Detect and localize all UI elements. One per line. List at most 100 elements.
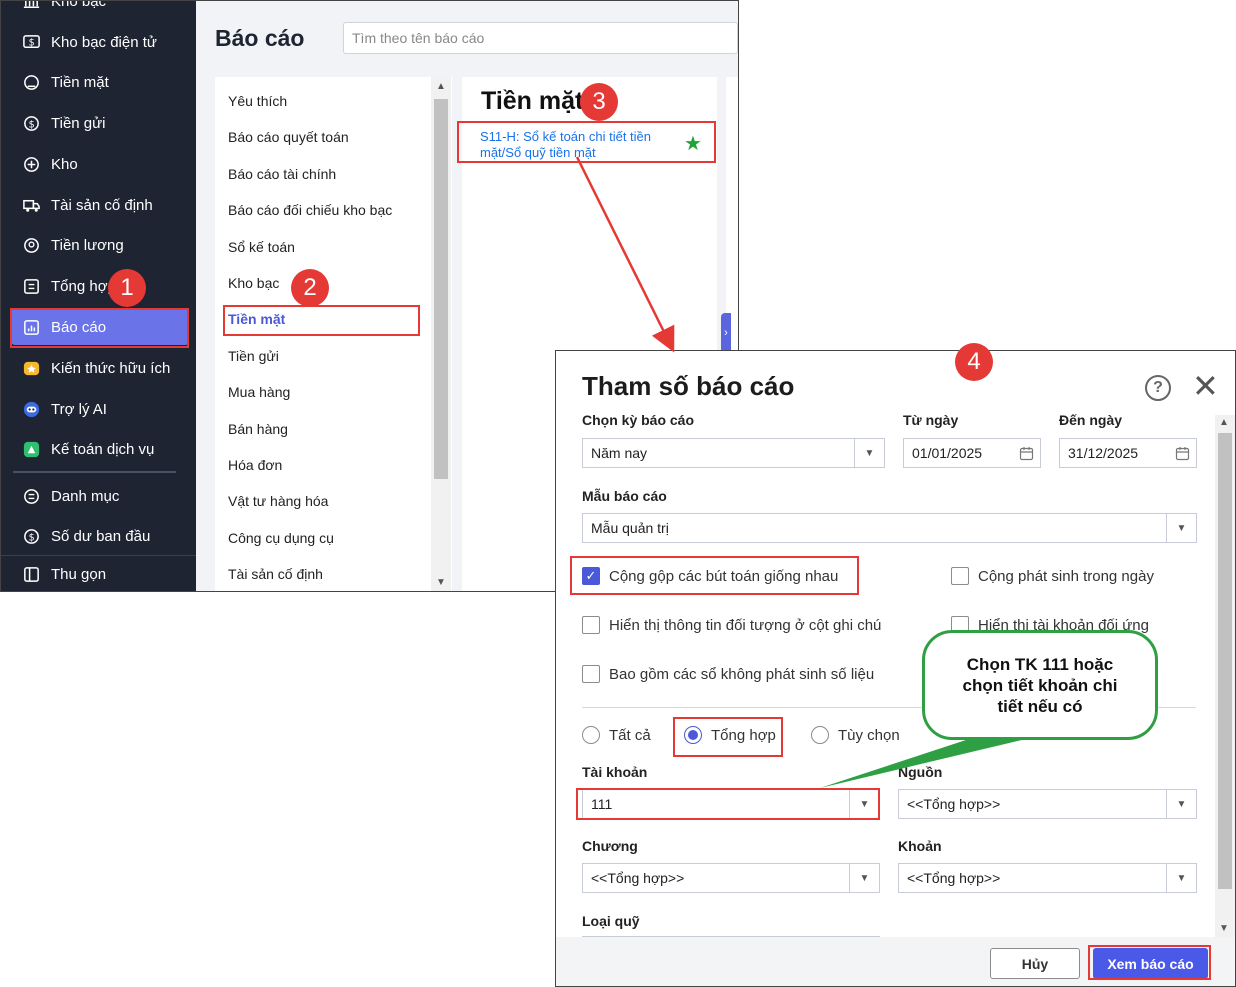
source-select[interactable]: <<Tổng hợp>> ▼ xyxy=(898,789,1197,819)
radio-icon[interactable] xyxy=(811,726,829,744)
dialog-scrollbar[interactable]: ▲ ▼ xyxy=(1215,415,1235,937)
sidebar-item-label: Kho bạc xyxy=(51,0,107,10)
sidebar-item-label: Tiền gửi xyxy=(51,114,106,132)
category-item[interactable]: Báo cáo quyết toán xyxy=(228,129,349,145)
step-badge: 1 xyxy=(108,269,146,307)
highlight-box xyxy=(457,121,716,163)
scroll-down-icon[interactable]: ▼ xyxy=(1219,923,1229,934)
template-value: Mẫu quản trị xyxy=(591,520,669,536)
highlight-box xyxy=(576,788,880,820)
category-item[interactable]: Yêu thích xyxy=(228,93,287,109)
category-item[interactable]: Tiền gửi xyxy=(228,348,279,364)
category-item[interactable]: Báo cáo đối chiếu kho bạc xyxy=(228,202,392,218)
to-date-label: Đến ngày xyxy=(1059,412,1123,428)
item-select[interactable]: <<Tổng hợp>> ▼ xyxy=(898,863,1197,893)
help-icon[interactable]: ? xyxy=(1145,375,1171,401)
radio-all[interactable]: Tất cả xyxy=(582,726,651,744)
svg-text:$: $ xyxy=(28,37,34,48)
sidebar-item-so-du-ban-dau[interactable]: $ Số dư ban đầu xyxy=(11,518,189,554)
highlight-box xyxy=(10,308,189,348)
chevron-down-icon[interactable]: ▼ xyxy=(854,439,884,467)
category-item[interactable]: Bán hàng xyxy=(228,421,288,437)
template-label: Mẫu báo cáo xyxy=(582,488,667,504)
checkbox-icon[interactable] xyxy=(582,665,600,683)
sidebar-item-danh-muc[interactable]: Danh mục xyxy=(11,478,189,514)
to-date-field[interactable]: 31/12/2025 xyxy=(1059,438,1197,468)
scroll-thumb[interactable] xyxy=(434,99,448,479)
checkbox-icon[interactable] xyxy=(951,567,969,585)
report-group-title: Tiền mặt xyxy=(481,87,584,115)
page-header: Báo cáo xyxy=(196,1,738,77)
item-label: Khoản xyxy=(898,838,942,854)
sidebar-item-label: Trợ lý AI xyxy=(51,400,107,418)
highlight-box xyxy=(1088,945,1211,980)
catalog-icon xyxy=(21,486,41,506)
include-empty-checkbox[interactable]: Bao gồm các sổ không phát sinh số liệu xyxy=(582,665,874,683)
sidebar-item-label: Danh mục xyxy=(51,487,120,505)
sidebar-item-kho-bac-dien-tu[interactable]: $ Kho bạc điện tử xyxy=(11,24,189,60)
chapter-value: <<Tổng hợp>> xyxy=(591,870,685,886)
chevron-down-icon[interactable]: ▼ xyxy=(1166,790,1196,818)
checkbox-label: Bao gồm các sổ không phát sinh số liệu xyxy=(609,665,875,683)
cancel-button[interactable]: Hủy xyxy=(990,948,1080,979)
sidebar-item-tai-san-co-dinh[interactable]: Tài sản cố định xyxy=(11,187,189,223)
chevron-down-icon[interactable]: ▼ xyxy=(849,864,879,892)
scroll-up-icon[interactable]: ▲ xyxy=(1219,417,1229,428)
sidebar-item-kho[interactable]: Kho xyxy=(11,146,189,182)
chevron-down-icon[interactable]: ▼ xyxy=(1166,864,1196,892)
scroll-thumb[interactable] xyxy=(1218,433,1232,889)
svg-text:$: $ xyxy=(28,119,34,130)
chapter-select[interactable]: <<Tổng hợp>> ▼ xyxy=(582,863,880,893)
category-item[interactable]: Sổ kế toán xyxy=(228,239,295,255)
period-select[interactable]: Năm nay ▼ xyxy=(582,438,885,468)
sidebar-item-kien-thuc[interactable]: Kiến thức hữu ích xyxy=(11,350,189,386)
sidebar-item-kho-bac[interactable]: Kho bạc xyxy=(11,0,189,19)
category-scrollbar[interactable]: ▲ ▼ xyxy=(431,77,451,591)
sidebar-item-label: Tiền mặt xyxy=(51,73,109,91)
expand-panel-icon[interactable]: › xyxy=(721,313,731,353)
scroll-up-icon[interactable]: ▲ xyxy=(436,81,446,92)
radio-icon[interactable] xyxy=(582,726,600,744)
truck-icon xyxy=(21,195,41,215)
cash-icon xyxy=(21,72,41,92)
close-icon[interactable]: ✕ xyxy=(1192,370,1219,402)
sidebar-item-label: Kiến thức hữu ích xyxy=(51,359,171,377)
category-item[interactable]: Kho bạc xyxy=(228,275,279,291)
warehouse-icon xyxy=(21,154,41,174)
category-item[interactable]: Công cụ dụng cụ xyxy=(228,530,334,546)
calendar-icon[interactable] xyxy=(1168,439,1196,467)
svg-text:$: $ xyxy=(28,532,34,543)
salary-icon xyxy=(21,235,41,255)
sidebar-collapse[interactable]: Thu gọn xyxy=(11,556,189,591)
calendar-icon[interactable] xyxy=(1012,439,1040,467)
sidebar-item-tien-luong[interactable]: Tiền lương xyxy=(11,227,189,263)
category-item[interactable]: Vật tư hàng hóa xyxy=(228,493,328,509)
show-object-info-checkbox[interactable]: Hiển thị thông tin đối tượng ở cột ghi c… xyxy=(582,616,881,634)
collapse-icon xyxy=(21,564,41,584)
radio-custom[interactable]: Tùy chọn xyxy=(811,726,900,744)
sidebar-item-ke-toan-dich-vu[interactable]: Kế toán dịch vụ xyxy=(11,431,189,467)
ai-assistant-icon xyxy=(21,399,41,419)
to-date-value: 31/12/2025 xyxy=(1068,445,1139,461)
summary-icon xyxy=(21,276,41,296)
category-item[interactable]: Hóa đơn xyxy=(228,457,282,473)
daily-total-checkbox[interactable]: Cộng phát sinh trong ngày xyxy=(951,567,1154,585)
from-date-label: Từ ngày xyxy=(903,412,959,428)
checkbox-icon[interactable] xyxy=(582,616,600,634)
scroll-down-icon[interactable]: ▼ xyxy=(436,577,446,588)
sidebar-item-tien-mat[interactable]: Tiền mặt xyxy=(11,64,189,100)
sidebar-item-label: Số dư ban đầu xyxy=(51,527,151,545)
step-badge: 4 xyxy=(955,343,993,381)
chevron-down-icon[interactable]: ▼ xyxy=(1166,514,1196,542)
sidebar-item-tro-ly-ai[interactable]: Trợ lý AI xyxy=(11,391,189,427)
sidebar-item-tien-gui[interactable]: $ Tiền gửi xyxy=(11,105,189,141)
category-item[interactable]: Mua hàng xyxy=(228,384,290,400)
template-select[interactable]: Mẫu quản trị ▼ xyxy=(582,513,1197,543)
search-input[interactable] xyxy=(343,22,738,54)
from-date-field[interactable]: 01/01/2025 xyxy=(903,438,1041,468)
category-item[interactable]: Báo cáo tài chính xyxy=(228,166,336,182)
sidebar-item-tong-hop[interactable]: Tổng hợp xyxy=(11,268,189,304)
sidebar-divider xyxy=(13,471,176,473)
category-item[interactable]: Tài sản cố định xyxy=(228,566,323,582)
sidebar-item-label: Tài sản cố định xyxy=(51,196,153,214)
